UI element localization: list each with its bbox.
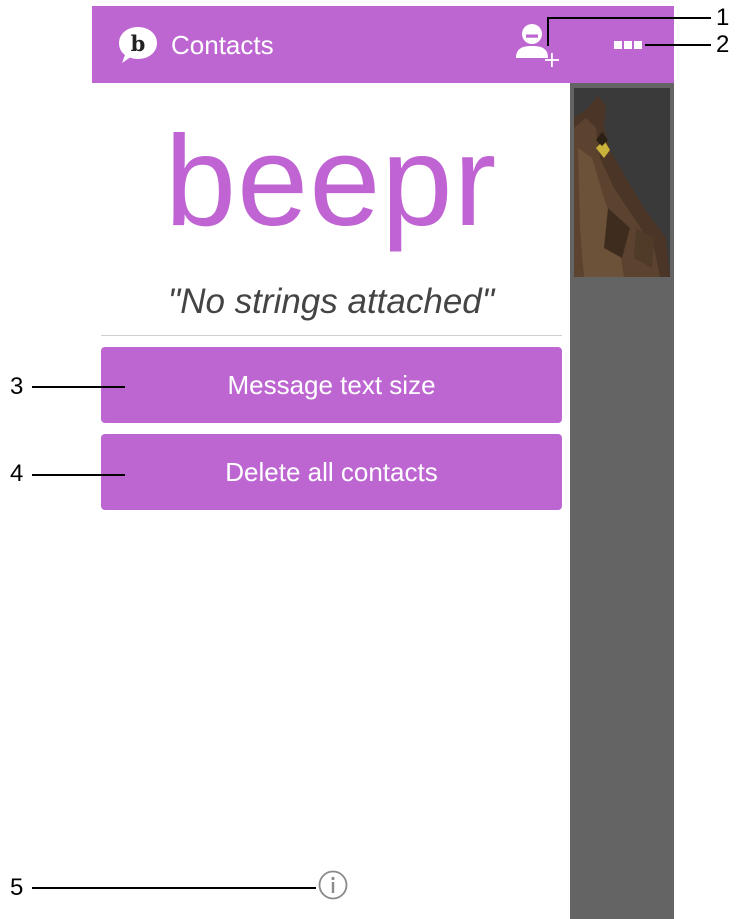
callout-5-line: [32, 887, 316, 889]
callout-number-5: 5: [10, 874, 24, 901]
message-text-size-button[interactable]: Message text size: [101, 347, 562, 423]
overflow-menu-icon: [614, 41, 622, 49]
callout-4-line: [32, 474, 125, 476]
info-button[interactable]: [318, 870, 348, 900]
logo-letter: b: [131, 31, 146, 56]
info-icon: [318, 870, 348, 900]
brand-wordmark: beepr: [164, 110, 498, 253]
overflow-dot: [624, 41, 632, 49]
callout-number-2: 2: [716, 31, 730, 58]
callout-number-3: 3: [10, 373, 24, 400]
background-content: [570, 83, 674, 919]
overflow-menu-button[interactable]: [604, 32, 648, 58]
callout-1-leader: [547, 18, 549, 46]
phone-screen: b Contacts beepr "No strings attached" M…: [92, 6, 674, 919]
contact-photo: [574, 88, 670, 277]
tagline: "No strings attached": [167, 282, 495, 321]
callout-number-1: 1: [716, 4, 730, 31]
add-contact-button[interactable]: [508, 20, 564, 70]
app-title: Contacts: [171, 30, 274, 60]
divider: [101, 335, 562, 336]
overflow-dot: [634, 41, 642, 49]
callout-number-4: 4: [10, 460, 24, 487]
delete-all-contacts-button[interactable]: Delete all contacts: [101, 434, 562, 510]
add-person-icon: [516, 24, 559, 67]
callout-1-line: [547, 17, 711, 19]
callout-3-line: [32, 386, 125, 388]
beepr-logo-icon: b: [119, 27, 157, 63]
navigation-drawer: beepr "No strings attached" Message text…: [92, 83, 570, 919]
callout-2-line: [645, 44, 711, 46]
